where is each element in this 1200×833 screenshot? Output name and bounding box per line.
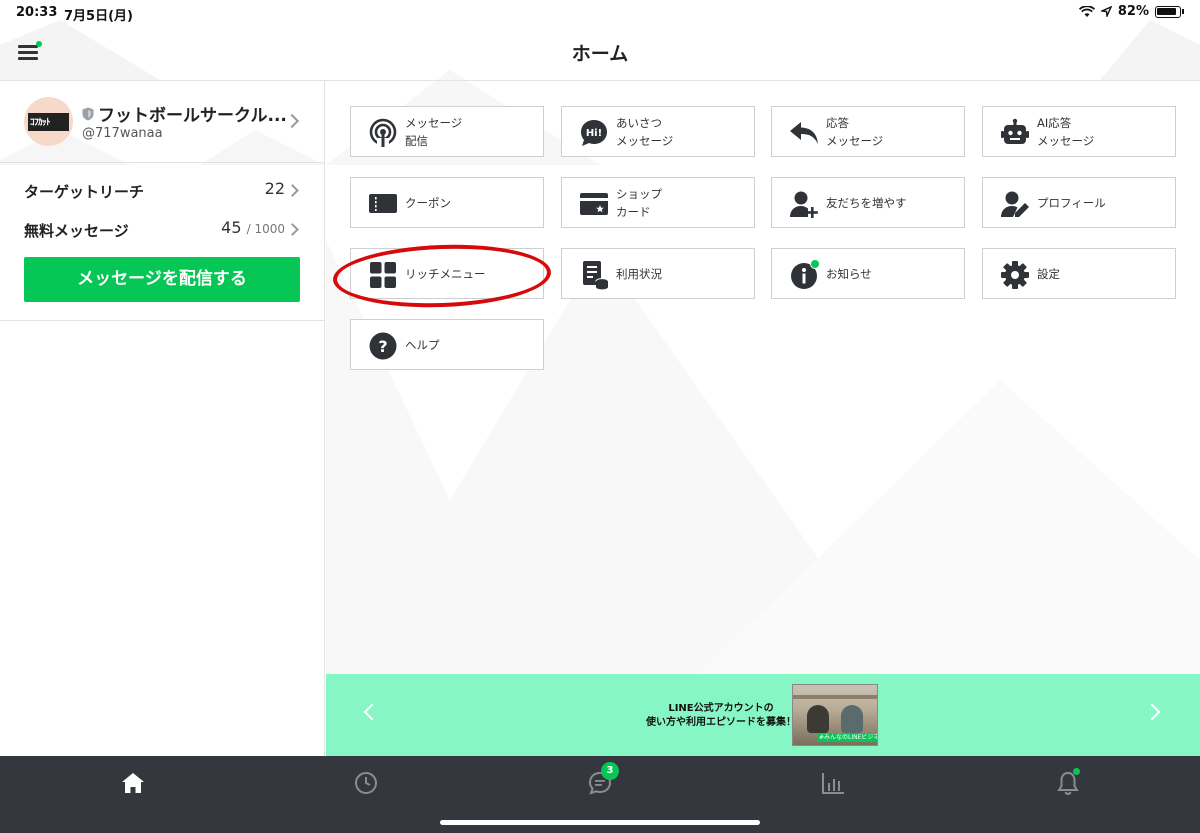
usage-icon [583,261,609,290]
banner-line-1: LINE公式アカウントの [668,703,774,714]
location-icon [1100,6,1112,17]
notification-dot [1073,768,1080,775]
tile-label: クーポン [405,195,451,210]
chevron-right-icon [284,113,300,129]
reply-icon [790,122,818,144]
account-id: @717wanaa [82,126,163,141]
rich-menu-icon [370,262,396,288]
promo-banner: LINE公式アカウントの 使い方や利用エピソードを募集！ #みんなのLINEビジ… [326,674,1200,756]
banner-text[interactable]: LINE公式アカウントの 使い方や利用エピソードを募集！ [646,702,796,730]
tile-label: ショップ カード [616,186,662,219]
battery-icon [1155,5,1181,18]
free-messages-label: 無料メッセージ [24,222,129,240]
target-reach-label: ターゲットリーチ [24,183,145,201]
app-header: ホーム [0,24,1200,81]
avatar-logo-text: ｺﾌｶｯﾄ [30,118,51,128]
info-icon [791,260,819,289]
battery-percent: 82% [1117,4,1149,19]
tab-analytics[interactable] [820,770,846,796]
chevron-right-icon [286,184,299,197]
banner-next-arrow-icon[interactable] [1143,703,1161,721]
tile-add-friends[interactable]: 友だちを増やす [771,177,965,228]
send-message-button[interactable]: メッセージを配信する [24,257,300,302]
status-time: 20:33 [16,5,58,20]
target-reach-row[interactable]: ターゲットリーチ 22 [0,172,325,208]
avatar: ｺﾌｶｯﾄ [24,97,73,146]
tab-home[interactable] [120,770,146,796]
sidebar: ｺﾌｶｯﾄ フットボールサークル... @717wanaa ターゲットリーチ 2… [0,81,325,756]
svg-text:Hi!: Hi! [586,128,602,139]
tile-label: リッチメニュー [405,266,486,281]
status-bar: 20:33 7月5日(月) 82% [0,0,1200,24]
tile-settings[interactable]: 設定 [982,248,1176,299]
photo-person [807,705,829,733]
tile-label: 設定 [1037,266,1060,281]
help-icon: ? [369,332,397,360]
gear-icon [1001,261,1029,289]
tile-usage[interactable]: 利用状況 [561,248,755,299]
tile-label: AI応答 メッセージ [1037,115,1095,148]
profile-icon [1001,191,1029,217]
divider [0,320,325,321]
tile-rich-menu[interactable]: リッチメニュー [350,248,544,299]
tile-label: ヘルプ [405,337,440,352]
tile-label: お知らせ [826,266,872,281]
page-title: ホーム [571,43,629,65]
tile-label: プロフィール [1037,195,1106,210]
svg-text:?: ? [378,337,387,356]
home-icon [122,773,144,793]
tile-label: 応答 メッセージ [826,115,884,148]
greeting-icon: Hi! [581,120,607,146]
tab-chat[interactable]: 3 [587,762,619,796]
free-messages-limit: / 1000 [246,222,285,236]
tile-label: メッセージ 配信 [405,115,463,148]
tile-announcements[interactable]: お知らせ [771,248,965,299]
tile-greeting-message[interactable]: Hi! あいさつ メッセージ [561,106,755,157]
tile-reply-message[interactable]: 応答 メッセージ [771,106,965,157]
coupon-icon [369,194,397,213]
chart-icon [822,773,844,794]
photo-person [841,705,863,733]
tile-coupon[interactable]: クーポン [350,177,544,228]
free-messages-value: 45 [221,218,242,237]
tab-notifications[interactable] [1055,768,1081,796]
status-right: 82% [1078,4,1184,19]
tile-shop-card[interactable]: ショップ カード [561,177,755,228]
chevron-right-icon [286,223,299,236]
banner-photo[interactable]: #みんなのLINEビジネス [792,684,878,746]
broadcast-icon [369,118,397,147]
account-name: フットボールサークル... [98,106,287,126]
tile-label: 利用状況 [616,266,662,281]
tile-profile[interactable]: プロフィール [982,177,1176,228]
account-card[interactable]: ｺﾌｶｯﾄ フットボールサークル... @717wanaa [0,81,325,163]
home-indicator[interactable] [440,820,760,825]
free-messages-value-group: 45 / 1000 [221,218,285,237]
free-messages-row[interactable]: 無料メッセージ 45 / 1000 [0,211,325,247]
shop-card-icon [580,193,608,215]
robot-icon [1001,118,1029,144]
tile-broadcast-message[interactable]: メッセージ 配信 [350,106,544,157]
photo-shelf [793,695,877,699]
tile-help[interactable]: ? ヘルプ [350,319,544,370]
add-friend-icon [790,191,818,218]
tile-label: 友だちを増やす [826,195,907,210]
photo-tag: #みんなのLINEビジネス [817,733,877,742]
tile-ai-reply-message[interactable]: AI応答 メッセージ [982,106,1176,157]
wifi-icon [1078,5,1095,17]
shield-icon [82,107,94,120]
account-name-row: フットボールサークル... [82,101,287,126]
chat-badge: 3 [601,762,619,780]
target-reach-value: 22 [264,179,285,198]
battery-tip [1182,9,1184,14]
tile-label: あいさつ メッセージ [616,115,674,148]
tab-history[interactable] [353,770,379,796]
banner-line-2: 使い方や利用エピソードを募集！ [646,717,796,728]
status-date: 7月5日(月) [64,9,133,24]
clock-icon [355,772,377,794]
banner-prev-arrow-icon[interactable] [363,703,381,721]
